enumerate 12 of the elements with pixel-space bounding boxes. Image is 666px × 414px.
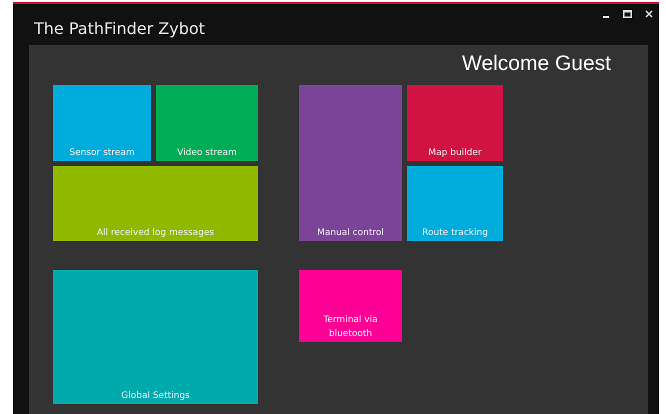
window-title: The PathFinder Zybot <box>34 19 205 39</box>
app-tile[interactable]: Map builder <box>407 85 503 161</box>
maximize-icon[interactable] <box>623 10 632 18</box>
app-tile[interactable]: All received log messages <box>53 166 258 241</box>
app-tile[interactable]: Terminal via bluetooth <box>299 270 402 342</box>
app-tile[interactable]: Sensor stream <box>53 85 151 161</box>
close-icon[interactable] <box>645 10 653 18</box>
app-tile[interactable]: Global Settings <box>53 270 258 404</box>
app-tile[interactable]: Manual control <box>299 85 402 241</box>
app-tile[interactable]: Route tracking <box>407 166 503 241</box>
welcome-heading: Welcome Guest <box>461 52 611 77</box>
app-tile[interactable]: Video stream <box>156 85 258 161</box>
